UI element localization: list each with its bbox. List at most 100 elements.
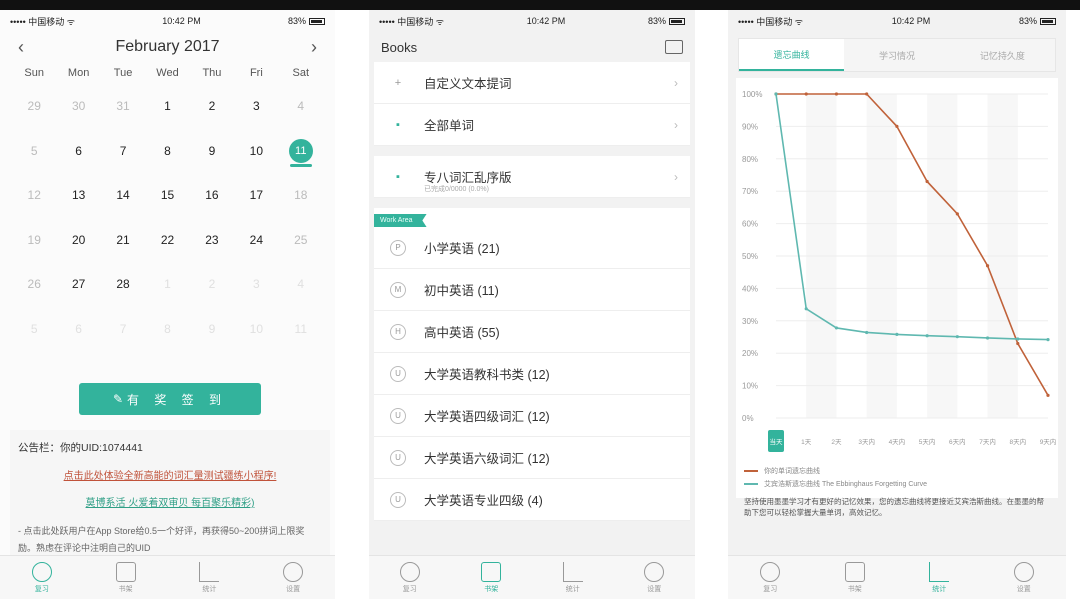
data-point [895, 124, 899, 128]
clock-icon [31, 561, 52, 582]
tab-stats[interactable]: 统计 [199, 561, 220, 594]
calendar-day[interactable]: 17 [234, 173, 278, 218]
segment-forgetting-curve[interactable]: 遗忘曲线 [739, 39, 845, 71]
battery-indicator: 83% [288, 16, 325, 26]
calendar-day[interactable]: 2 [190, 84, 234, 129]
book-letter-icon: P [388, 239, 408, 256]
calendar-day[interactable]: 9 [190, 129, 234, 174]
segment-retention[interactable]: 记忆持久度 [950, 39, 1055, 71]
chevron-right-icon: › [674, 169, 678, 184]
segment-learning[interactable]: 学习情况 [844, 39, 949, 71]
calendar-day[interactable]: 22 [145, 218, 189, 263]
book-row[interactable]: H 高中英语 (55) [374, 311, 690, 353]
calendar-day[interactable]: 7 [101, 307, 145, 352]
book-row[interactable]: U 大学英语教科书类 (12) [374, 353, 690, 395]
calendar-day[interactable]: 31 [101, 84, 145, 129]
calendar-day[interactable]: 16 [190, 173, 234, 218]
calendar-day[interactable]: 3 [234, 84, 278, 129]
data-point [865, 330, 869, 335]
x-tick-label: 9天内 [1040, 437, 1057, 446]
tab-settings[interactable]: 设置 [283, 561, 304, 594]
next-month-button[interactable]: › [311, 37, 317, 58]
book-letter-icon: U [388, 491, 408, 508]
data-point [834, 326, 839, 330]
calendar-day[interactable]: 7 [101, 129, 145, 174]
calendar-day[interactable]: 21 [101, 218, 145, 263]
calendar-day[interactable]: 10 [234, 129, 278, 174]
calendar-day[interactable]: 15 [145, 173, 189, 218]
calendar-day[interactable]: 4 [279, 262, 323, 307]
data-point [1016, 341, 1020, 346]
prev-month-button[interactable]: ‹ [18, 37, 24, 58]
calendar-day-today[interactable]: 11 [279, 129, 323, 174]
book-row[interactable]: U 大学英语四级词汇 (12) [374, 395, 690, 437]
chevron-right-icon: › [674, 117, 678, 132]
book-label: 大学英语教科书类 (12) [424, 368, 550, 382]
tab-stats[interactable]: 统计 [562, 561, 583, 594]
calendar-day[interactable]: 9 [190, 307, 234, 352]
data-point [925, 179, 929, 184]
calendar-day[interactable]: 6 [56, 129, 100, 174]
tab-settings[interactable]: 设置 [1013, 561, 1034, 594]
forgetting-curve-chart: 0% 10% 20% 30% 40% 50% 60% 70% 80% 90% 100% 当天 1天 2天 3… [742, 90, 1057, 452]
calendar-day[interactable]: 26 [12, 262, 56, 307]
calendar-day[interactable]: 10 [234, 307, 278, 352]
weekday-label: Sun [24, 67, 44, 79]
tab-books[interactable]: 书架 [844, 561, 865, 594]
calendar-day[interactable]: 3 [234, 262, 278, 307]
calendar-day[interactable]: 2 [190, 262, 234, 307]
tab-review[interactable]: 复习 [399, 561, 420, 594]
book-label: 大学英语专业四级 (4) [424, 494, 543, 508]
chart-icon [562, 561, 583, 582]
tab-stats[interactable]: 统计 [929, 561, 950, 594]
phone-screen-stats: ••••• 中国移动 ᯤ 10:42 PM 83% 遗忘曲线 学习情况 记忆持久… [728, 10, 1066, 599]
calendar-day[interactable]: 1 [145, 262, 189, 307]
x-tick-label: 5天内 [919, 437, 936, 446]
calendar-day[interactable]: 13 [56, 173, 100, 218]
calendar-day[interactable]: 29 [12, 84, 56, 129]
calendar-day[interactable]: 28 [101, 262, 145, 307]
signin-button[interactable]: ✎ 有 奖 签 到 [79, 383, 261, 415]
battery-icon [669, 17, 685, 25]
tab-review[interactable]: 复习 [760, 561, 781, 594]
calendar-day[interactable]: 18 [279, 173, 323, 218]
calendar-day[interactable]: 30 [56, 84, 100, 129]
book-label: 小学英语 (21) [424, 242, 500, 256]
book-label: 大学英语四级词汇 (12) [424, 410, 550, 424]
y-tick-label: 30% [742, 317, 758, 326]
book-row[interactable]: P 小学英语 (21) [374, 227, 690, 269]
calendar-day[interactable]: 25 [279, 218, 323, 263]
calendar-day[interactable]: 8 [145, 129, 189, 174]
row-custom-text[interactable]: + 自定义文本提词 › [374, 62, 690, 104]
calendar-day[interactable]: 6 [56, 307, 100, 352]
status-bar: ••••• 中国移动 ᯤ 10:42 PM 83% [369, 10, 695, 32]
calendar-day[interactable]: 5 [12, 307, 56, 352]
row-current-book[interactable]: ▪ 专八词汇乱序版 已完成0/0000 (0.0%) › [374, 156, 690, 198]
calendar-day[interactable]: 14 [101, 173, 145, 218]
calendar-day[interactable]: 11 [279, 307, 323, 352]
calendar-day[interactable]: 19 [12, 218, 56, 263]
weekday-label: Thu [202, 67, 222, 79]
calendar-day[interactable]: 23 [190, 218, 234, 263]
notice-link-follow[interactable]: 莫博系活 火爱着双审贝 每百聚乐精彩) [10, 488, 330, 515]
calendar-day[interactable]: 8 [145, 307, 189, 352]
calendar-day[interactable]: 12 [12, 173, 56, 218]
tab-books[interactable]: 书架 [481, 561, 502, 594]
screenshot-collage: ••••• 中国移动 ᯤ 10:42 PM 83% ‹ February 201… [0, 0, 1080, 599]
calendar-day[interactable]: 1 [145, 84, 189, 129]
tab-review[interactable]: 复习 [31, 561, 52, 594]
open-book-icon[interactable] [665, 40, 683, 54]
row-all-words[interactable]: ▪ 全部单词 › [374, 104, 690, 146]
calendar-day[interactable]: 5 [12, 129, 56, 174]
notice-link-test[interactable]: 点击此处体验全新高能的词汇量测试疆练小程序! [10, 461, 330, 488]
calendar-day[interactable]: 27 [56, 262, 100, 307]
book-row[interactable]: U 大学英语六级词汇 (12) [374, 437, 690, 479]
book-row[interactable]: U 大学英语专业四级 (4) [374, 479, 690, 521]
calendar-day[interactable]: 4 [279, 84, 323, 129]
book-row[interactable]: M 初中英语 (11) [374, 269, 690, 311]
tab-settings[interactable]: 设置 [644, 561, 665, 594]
calendar-day[interactable]: 24 [234, 218, 278, 263]
weekday-label: Tue [113, 67, 133, 79]
calendar-day[interactable]: 20 [56, 218, 100, 263]
tab-books[interactable]: 书架 [115, 561, 136, 594]
